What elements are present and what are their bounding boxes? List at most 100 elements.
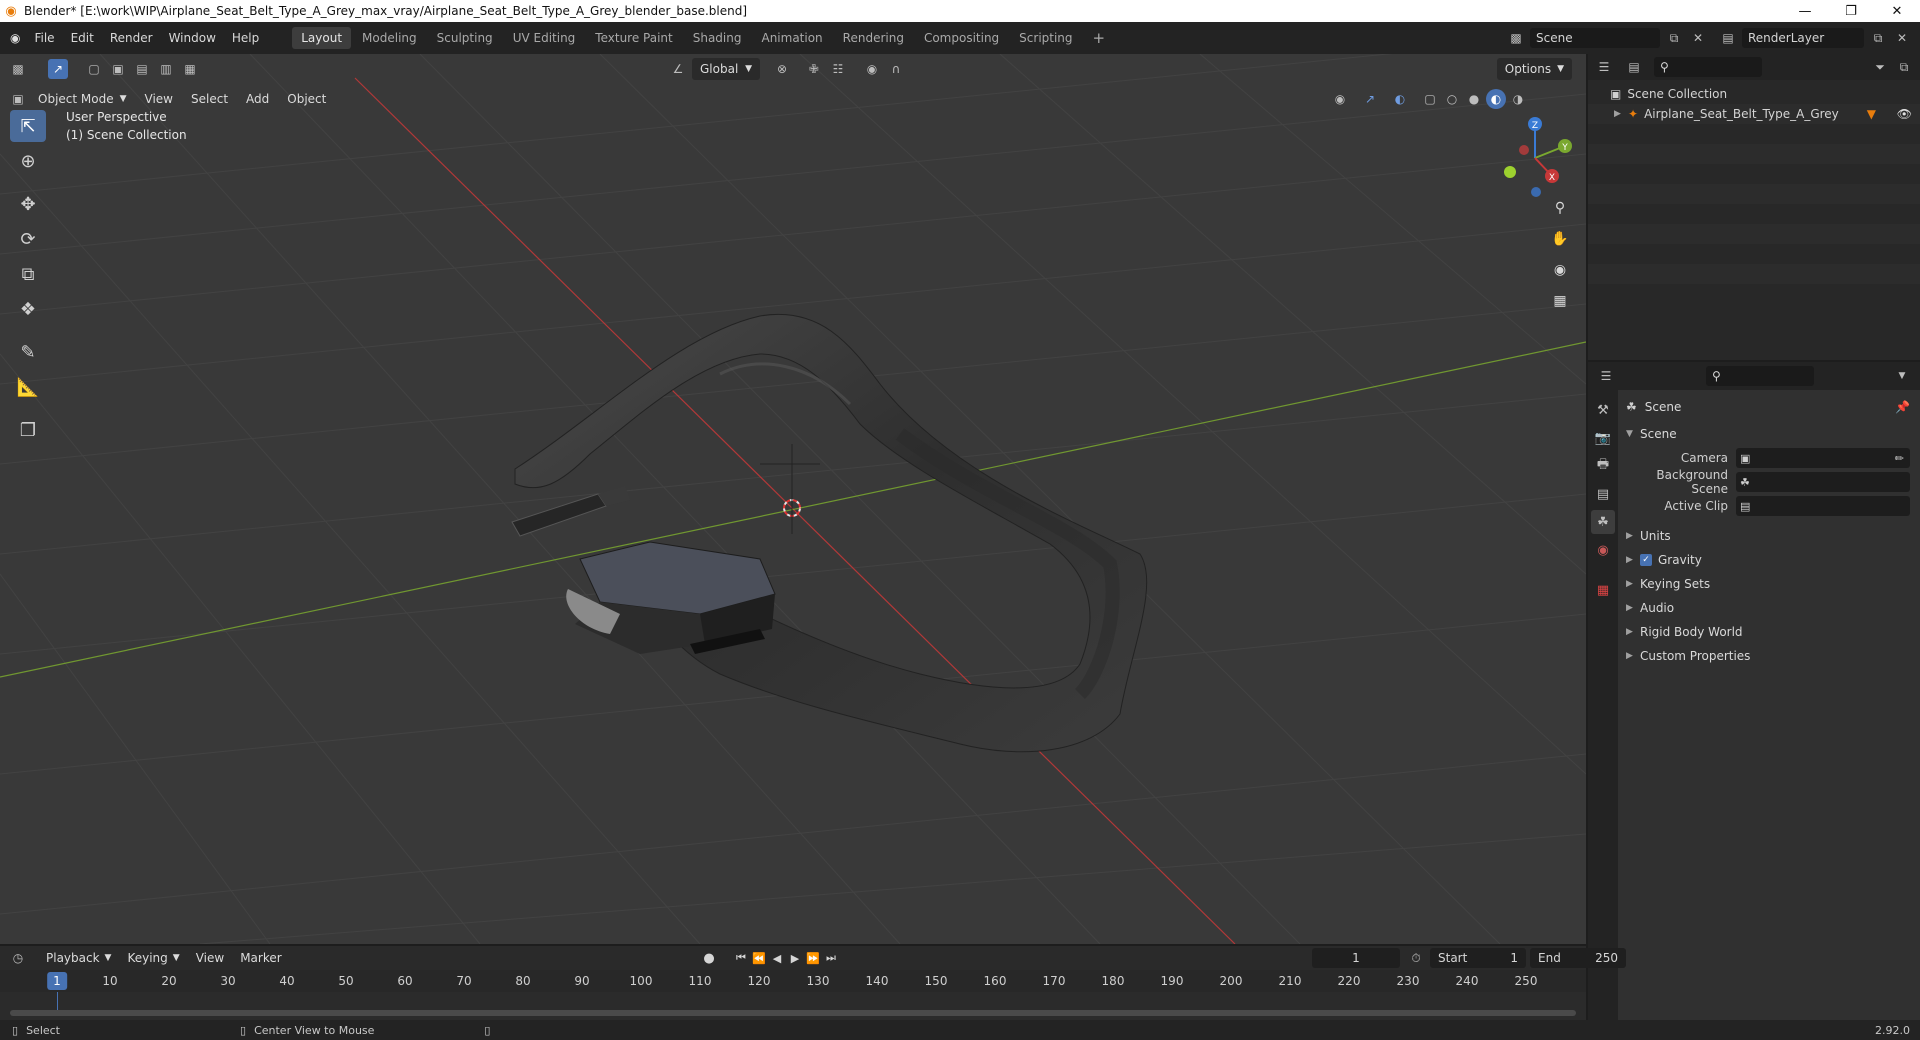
- active-clip-field[interactable]: ▤: [1736, 496, 1910, 516]
- panel-scene-header[interactable]: ▼ Scene: [1618, 422, 1920, 446]
- gizmo-toggle-icon[interactable]: ↗: [1360, 89, 1380, 109]
- display-mode-icon[interactable]: ▤: [1624, 57, 1644, 77]
- viewport-menu-add[interactable]: Add: [238, 88, 277, 110]
- scene-tab-icon[interactable]: ☘: [1591, 510, 1615, 534]
- viewport-menu-view[interactable]: View: [137, 88, 181, 110]
- current-frame-field[interactable]: 1: [1312, 948, 1400, 968]
- select-box-tool-icon[interactable]: ⇱: [10, 110, 46, 142]
- 3d-viewport[interactable]: ▩ ↗ ▢ ▣ ▤ ▥ ▦ ∠ Global ▼ ⊗ ✙ ☷ ◉ ∩ Optio…: [0, 54, 1586, 944]
- jump-start-icon[interactable]: ⏮: [732, 948, 750, 968]
- mode-intersect-icon[interactable]: ▦: [180, 59, 200, 79]
- output-tab-icon[interactable]: 🖶: [1591, 454, 1615, 478]
- viewport-menu-select[interactable]: Select: [183, 88, 236, 110]
- timeline-menu-keying[interactable]: Keying ▼: [119, 947, 187, 969]
- outliner-root[interactable]: ▣ Scene Collection: [1588, 84, 1920, 104]
- current-frame-marker[interactable]: 1: [47, 972, 67, 990]
- tool-tab-icon[interactable]: ⚒: [1591, 398, 1615, 422]
- menu-file[interactable]: File: [26, 22, 62, 54]
- options-button[interactable]: Options ▼: [1496, 58, 1572, 80]
- tab-rendering[interactable]: Rendering: [834, 27, 913, 49]
- mode-invert-icon[interactable]: ▥: [156, 59, 176, 79]
- outliner-editor-icon[interactable]: ☰: [1594, 57, 1614, 77]
- scale-tool-icon[interactable]: ⧉: [10, 258, 46, 290]
- ortho-grid-icon[interactable]: ▦: [1546, 287, 1574, 315]
- tab-scripting[interactable]: Scripting: [1010, 27, 1081, 49]
- chevron-down-icon[interactable]: ▼: [1892, 366, 1912, 386]
- proportional-edit-icon[interactable]: ◉: [862, 59, 882, 79]
- timeline-editor-icon[interactable]: ◷: [8, 948, 28, 968]
- pin-icon[interactable]: 📌: [1895, 400, 1910, 414]
- scene-name-field[interactable]: Scene: [1530, 28, 1660, 48]
- wireframe-shading-icon[interactable]: ○: [1442, 89, 1462, 109]
- view-layer-icon[interactable]: ▤: [1718, 28, 1738, 48]
- viewport-menu-object[interactable]: Object: [279, 88, 334, 110]
- render-tab-icon[interactable]: 📷: [1591, 426, 1615, 450]
- timeline-menu-playback[interactable]: Playback ▼: [38, 947, 119, 969]
- world-tab-icon[interactable]: ◉: [1591, 538, 1615, 562]
- properties-search-input[interactable]: ⚲: [1706, 366, 1814, 386]
- delete-view-layer-icon[interactable]: ✕: [1892, 28, 1912, 48]
- overlay-toggle-icon[interactable]: ◐: [1390, 89, 1410, 109]
- next-keyframe-icon[interactable]: ⏩: [804, 948, 822, 968]
- texture-tab-icon[interactable]: ▦: [1591, 578, 1615, 602]
- outliner-item[interactable]: ▶ ✦ Airplane_Seat_Belt_Type_A_Grey ▼ 👁: [1588, 104, 1920, 124]
- panel-keying-sets[interactable]: ▶ Keying Sets: [1618, 572, 1920, 596]
- annotate-tool-icon[interactable]: ✎: [10, 336, 46, 368]
- record-icon[interactable]: ●: [700, 948, 718, 968]
- timeline-ruler[interactable]: 1 10 20 30 40 50 60 70 80 90 100 110 120…: [0, 970, 1586, 992]
- add-workspace-icon[interactable]: +: [1084, 27, 1115, 49]
- timeline-menu-marker[interactable]: Marker: [232, 947, 289, 969]
- new-view-layer-icon[interactable]: ⧉: [1868, 28, 1888, 48]
- eyedropper-icon[interactable]: ✏: [1895, 452, 1904, 465]
- panel-rigid-body-world[interactable]: ▶ Rigid Body World: [1618, 620, 1920, 644]
- cursor-tool-icon[interactable]: ⊕: [10, 145, 46, 177]
- gravity-checkbox[interactable]: ✓: [1640, 554, 1652, 566]
- tab-animation[interactable]: Animation: [752, 27, 831, 49]
- expand-arrow-icon[interactable]: ▶: [1614, 109, 1628, 119]
- jump-end-icon[interactable]: ⏭: [822, 948, 840, 968]
- transform-orientation-icon[interactable]: ∠: [668, 59, 688, 79]
- transform-orientation-dropdown[interactable]: Global ▼: [692, 58, 760, 80]
- restore-icon[interactable]: ❐: [1828, 0, 1874, 22]
- panel-gravity[interactable]: ▶ ✓ Gravity: [1618, 548, 1920, 572]
- new-scene-icon[interactable]: ⧉: [1664, 28, 1684, 48]
- snap-icon[interactable]: ✙: [804, 59, 824, 79]
- new-collection-icon[interactable]: ⧉: [1894, 57, 1914, 77]
- falloff-icon[interactable]: ∩: [886, 59, 906, 79]
- menu-window[interactable]: Window: [161, 22, 224, 54]
- tab-uv-editing[interactable]: UV Editing: [504, 27, 585, 49]
- eye-visibility-icon[interactable]: 👁: [1897, 107, 1912, 121]
- mode-subtract-icon[interactable]: ▤: [132, 59, 152, 79]
- view-layer-field[interactable]: RenderLayer: [1742, 28, 1864, 48]
- filter-icon[interactable]: ⏷: [1870, 57, 1890, 77]
- viewport-scene[interactable]: [0, 54, 1586, 944]
- view-layer-tab-icon[interactable]: ▤: [1591, 482, 1615, 506]
- background-scene-field[interactable]: ☘: [1736, 472, 1910, 492]
- minimize-icon[interactable]: —: [1782, 0, 1828, 22]
- editor-type-icon[interactable]: ▩: [8, 59, 28, 79]
- select-tweak-icon[interactable]: ↗: [48, 59, 68, 79]
- panel-custom-properties[interactable]: ▶ Custom Properties: [1618, 644, 1920, 668]
- add-cube-tool-icon[interactable]: ❐: [10, 414, 46, 446]
- transform-tool-icon[interactable]: ❖: [10, 293, 46, 325]
- start-frame-field[interactable]: Start 1: [1430, 948, 1526, 968]
- play-reverse-icon[interactable]: ◀: [768, 948, 786, 968]
- camera-view-icon[interactable]: ◉: [1546, 256, 1574, 284]
- material-shading-icon[interactable]: ◐: [1486, 89, 1506, 109]
- mode-dropdown[interactable]: Object Mode ▼: [30, 88, 135, 110]
- close-icon[interactable]: ✕: [1874, 0, 1920, 22]
- timeline-scrollbar[interactable]: [10, 1010, 1576, 1016]
- tab-compositing[interactable]: Compositing: [915, 27, 1008, 49]
- menu-edit[interactable]: Edit: [63, 22, 102, 54]
- rotate-tool-icon[interactable]: ⟳: [10, 223, 46, 255]
- measure-tool-icon[interactable]: 📐: [10, 371, 46, 403]
- mode-extend-icon[interactable]: ▣: [108, 59, 128, 79]
- solid-shading-icon[interactable]: ●: [1464, 89, 1484, 109]
- properties-editor-icon[interactable]: ☰: [1596, 366, 1616, 386]
- rendered-shading-icon[interactable]: ◑: [1508, 89, 1528, 109]
- mode-new-icon[interactable]: ▢: [84, 59, 104, 79]
- tab-texture-paint[interactable]: Texture Paint: [586, 27, 681, 49]
- prev-keyframe-icon[interactable]: ⏪: [750, 948, 768, 968]
- navigation-gizmo[interactable]: Z Y X: [1490, 110, 1580, 200]
- end-frame-field[interactable]: End 250: [1530, 948, 1626, 968]
